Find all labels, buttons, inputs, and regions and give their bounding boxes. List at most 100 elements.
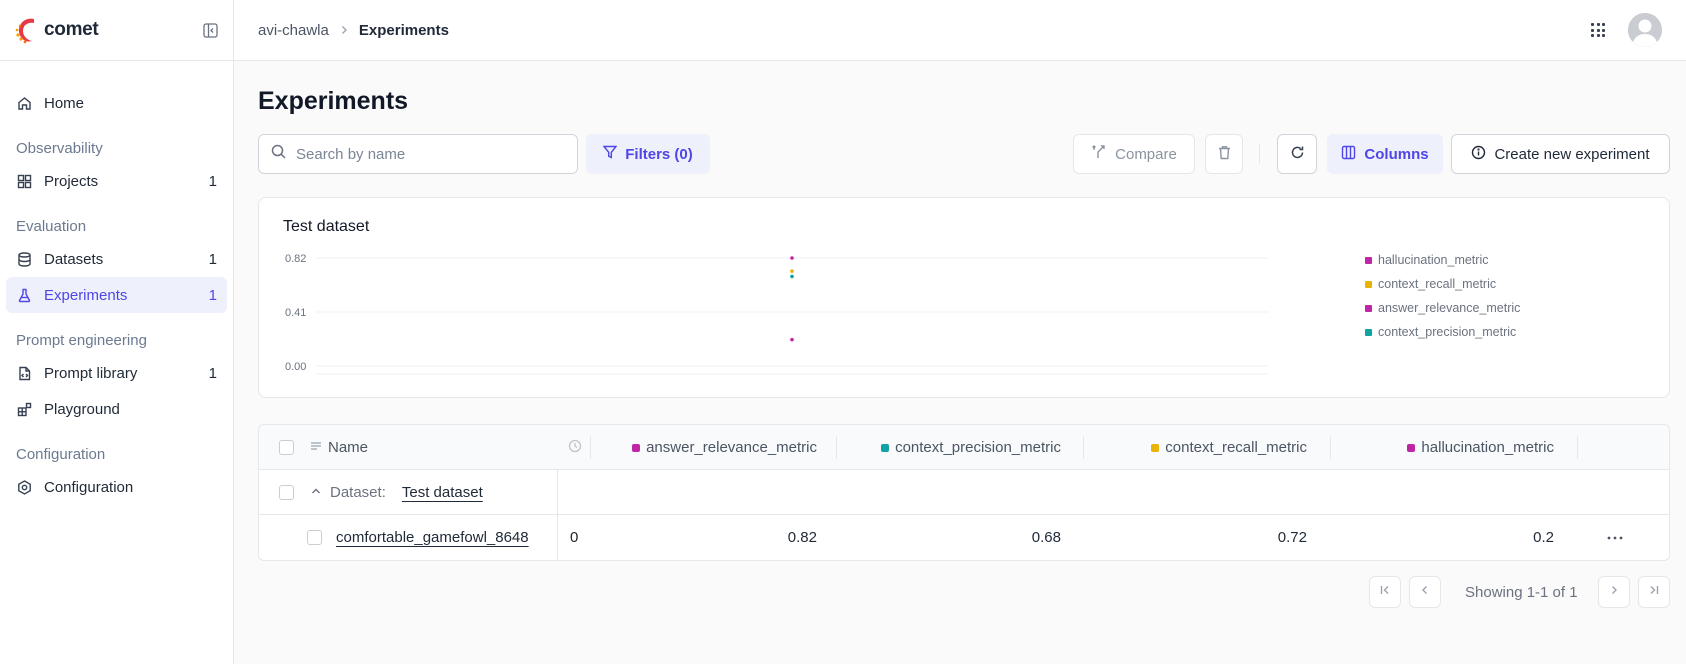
compare-button[interactable]: Compare xyxy=(1073,134,1195,174)
table-row[interactable]: comfortable_gamefowl_8648 0 0.82 0.68 0.… xyxy=(259,515,1669,560)
context-precision-header-label: context_precision_metric xyxy=(895,439,1061,456)
avatar[interactable] xyxy=(1628,13,1662,47)
sidebar-item-label: Experiments xyxy=(44,286,128,304)
data-point-hallucination-metric[interactable] xyxy=(790,337,794,342)
data-point-context-recall-metric[interactable] xyxy=(790,269,794,273)
sidebar-item-count: 1 xyxy=(208,286,217,304)
series-swatch xyxy=(1151,443,1160,452)
context-precision-header[interactable]: context_precision_metric xyxy=(829,425,1061,470)
filters-button[interactable]: Filters (0) xyxy=(586,134,710,174)
pagination: Showing 1-1 of 1 xyxy=(1369,576,1670,608)
section-title-evaluation: Evaluation xyxy=(16,218,87,235)
name-header-label: Name xyxy=(328,439,369,456)
answer-relevance-header[interactable]: answer_relevance_metric xyxy=(597,425,817,470)
sidebar: comet Home Observability Projects 1 Eval… xyxy=(0,0,234,664)
columns-button[interactable]: Columns xyxy=(1327,134,1443,174)
sidebar-item-home[interactable]: Home xyxy=(6,85,227,121)
breadcrumb: avi-chawla Experiments xyxy=(258,22,449,39)
chevron-left-icon xyxy=(1419,583,1431,601)
sidebar-item-count: 1 xyxy=(208,172,217,190)
breadcrumb-current: Experiments xyxy=(358,21,449,39)
answer-relevance-cell: 0.82 xyxy=(787,529,817,546)
sidebar-item-label: Datasets xyxy=(44,250,104,268)
delete-button[interactable] xyxy=(1205,134,1243,174)
series-swatch xyxy=(632,443,641,452)
group-checkbox[interactable] xyxy=(279,485,294,500)
top-right-actions xyxy=(1588,13,1662,47)
prev-page-button[interactable] xyxy=(1409,576,1441,608)
apps-grid-icon[interactable] xyxy=(1588,20,1608,40)
group-label[interactable]: Dataset: Test dataset xyxy=(310,470,483,515)
file-code-icon xyxy=(16,365,32,381)
data-point-answer-relevance-metric[interactable] xyxy=(790,256,794,260)
search-box xyxy=(258,134,578,174)
collapse-sidebar-icon[interactable] xyxy=(201,21,219,39)
breadcrumb-workspace[interactable]: avi-chawla xyxy=(258,22,329,39)
columns-label: Columns xyxy=(1364,145,1429,163)
trash-icon xyxy=(1217,145,1232,164)
group-dataset-link[interactable]: Test dataset xyxy=(402,484,483,501)
comet-logo[interactable]: comet xyxy=(14,15,99,45)
answer-relevance-header-label: answer_relevance_metric xyxy=(646,439,817,456)
compare-label: Compare xyxy=(1115,145,1177,163)
table-header: Name answer_relevance_metric context_pre… xyxy=(259,425,1669,470)
legend-label: context_precision_metric xyxy=(1378,325,1517,339)
sidebar-item-prompt-library[interactable]: Prompt library 1 xyxy=(6,355,227,391)
create-experiment-label: Create new experiment xyxy=(1494,145,1650,163)
legend-item-hallucination-metric[interactable]: hallucination_metric xyxy=(1365,248,1520,272)
legend-item-answer-relevance-metric[interactable]: answer_relevance_metric xyxy=(1365,296,1520,320)
database-icon xyxy=(16,251,32,267)
group-checkbox-cell xyxy=(279,470,294,515)
sidebar-item-datasets[interactable]: Datasets 1 xyxy=(6,241,227,277)
legend-item-context-precision-metric[interactable]: context_precision_metric xyxy=(1365,320,1520,344)
context-recall-header[interactable]: context_recall_metric xyxy=(1089,425,1307,470)
y-tick-label: 0.00 xyxy=(285,361,306,373)
section-title-prompt-engineering: Prompt engineering xyxy=(16,332,147,349)
search-input[interactable] xyxy=(296,145,556,163)
legend-swatch xyxy=(1365,280,1372,288)
info-icon xyxy=(1471,145,1486,164)
sidebar-item-projects[interactable]: Projects 1 xyxy=(6,163,227,199)
section-title-configuration: Configuration xyxy=(16,446,106,463)
first-page-button[interactable] xyxy=(1369,576,1401,608)
row-actions-icon[interactable] xyxy=(1607,515,1623,560)
hallucination-header-label: hallucination_metric xyxy=(1421,439,1554,456)
create-experiment-button[interactable]: Create new experiment xyxy=(1451,134,1670,174)
context-precision-cell: 0.68 xyxy=(1031,529,1061,546)
refresh-button[interactable] xyxy=(1277,134,1317,174)
data-point-context-precision-metric[interactable] xyxy=(790,274,794,279)
sidebar-item-count: 1 xyxy=(208,250,217,268)
sidebar-item-label: Home xyxy=(44,94,85,112)
sidebar-item-label: Projects xyxy=(44,172,99,190)
select-all-checkbox[interactable] xyxy=(279,440,294,455)
clock-icon xyxy=(568,439,582,457)
page-title: Experiments xyxy=(258,87,409,115)
chevrons-left-icon xyxy=(1379,583,1391,601)
chevrons-right-icon xyxy=(1648,583,1660,601)
sidebar-item-experiments[interactable]: Experiments 1 xyxy=(6,277,227,313)
legend-swatch xyxy=(1365,304,1372,312)
columns-icon xyxy=(1341,145,1356,164)
filter-icon xyxy=(602,145,618,163)
grid-icon xyxy=(16,173,32,189)
filters-label: Filters (0) xyxy=(625,145,693,163)
last-page-button[interactable] xyxy=(1638,576,1670,608)
sidebar-item-label: Configuration xyxy=(44,478,134,496)
header-divider xyxy=(590,436,591,459)
next-page-button[interactable] xyxy=(1598,576,1630,608)
experiment-name-link[interactable]: comfortable_gamefowl_8648 xyxy=(336,529,529,546)
sidebar-item-playground[interactable]: Playground xyxy=(6,391,227,427)
section-title-observability: Observability xyxy=(16,140,103,157)
sidebar-item-configuration[interactable]: Configuration xyxy=(6,469,227,505)
name-header[interactable]: Name xyxy=(310,425,368,470)
chart-legend: hallucination_metric context_recall_metri… xyxy=(1365,248,1520,344)
experiments-table: Name answer_relevance_metric context_pre… xyxy=(258,424,1670,561)
row-checkbox[interactable] xyxy=(307,530,322,545)
header-divider xyxy=(1577,436,1578,459)
duration-header[interactable] xyxy=(568,425,582,470)
hallucination-header[interactable]: hallucination_metric xyxy=(1329,425,1554,470)
context-recall-cell: 0.72 xyxy=(1277,529,1307,546)
legend-item-context-recall-metric[interactable]: context_recall_metric xyxy=(1365,272,1520,296)
home-icon xyxy=(16,95,32,111)
duration-cell: 0 xyxy=(570,529,579,546)
